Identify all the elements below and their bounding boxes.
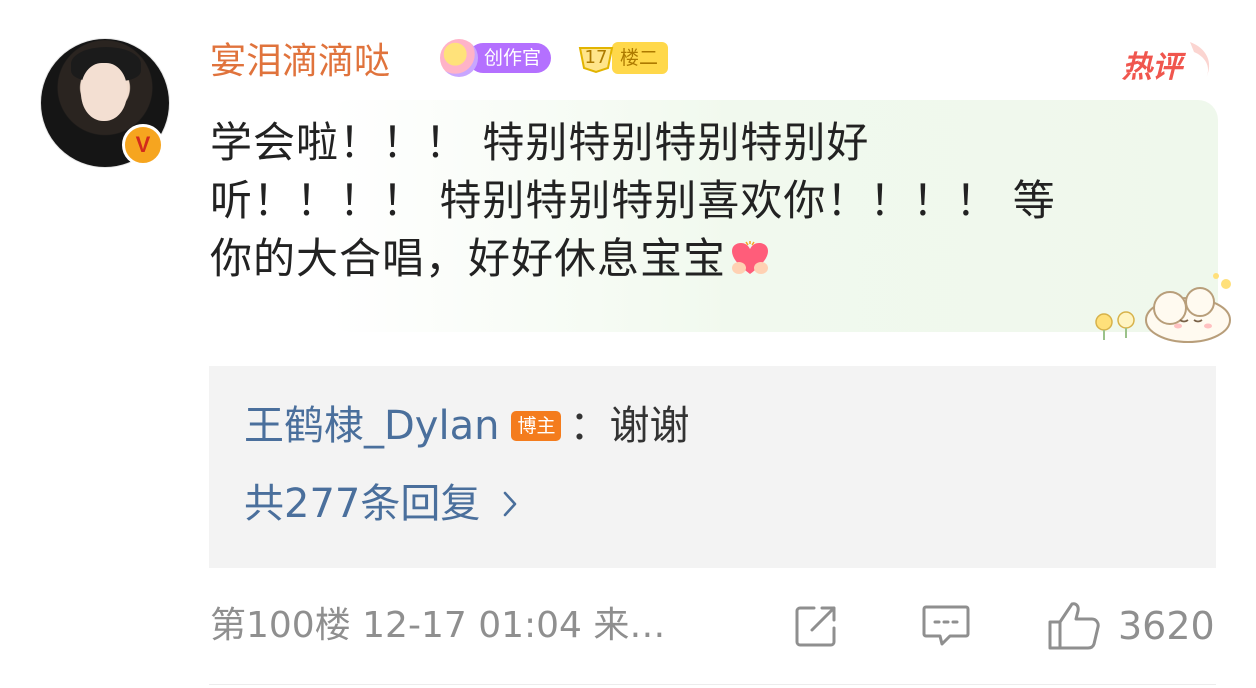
author-tag-badge: 博主 xyxy=(511,411,562,441)
creator-mascot-icon xyxy=(440,39,478,77)
heart-hands-emoji-icon xyxy=(732,241,769,274)
comment-text-line: 听！！！！ 特别特别特别喜欢你！！！！ 等 xyxy=(210,176,1056,225)
more-replies-link[interactable]: 共277条回复 xyxy=(244,478,518,530)
creator-badge[interactable]: 创作官 xyxy=(440,39,552,77)
share-icon xyxy=(795,606,836,647)
floor-level-icon: 17 xyxy=(576,42,616,74)
reply-preview-line: 王鹤棣_Dylan 博主 ： 谢谢 xyxy=(244,400,689,452)
floor-level-number: 17 xyxy=(584,47,608,68)
comment-text-line: 学会啦！！！ 特别特别特别特别好 xyxy=(210,118,870,167)
divider xyxy=(209,684,1216,685)
reply-separator: ： xyxy=(569,403,610,449)
comment-card: V 宴泪滴滴哒 创作官 17 楼二 热评 学会啦！！！ 特别特别特别特别好 听！… xyxy=(0,0,1256,688)
like-count: 3620 xyxy=(1118,604,1215,648)
floor-badge[interactable]: 17 楼二 xyxy=(576,42,669,74)
more-replies-label: 共277条回复 xyxy=(244,481,481,527)
chevron-right-icon xyxy=(504,491,517,517)
floor-label: 楼二 xyxy=(612,42,669,74)
creator-badge-label: 创作官 xyxy=(468,43,552,73)
floor-time-source: 第100楼 12-17 01:04 来… xyxy=(210,605,666,646)
like-button[interactable]: 3620 xyxy=(1046,600,1215,652)
comment-text-line: 你的大合唱，好好休息宝宝 xyxy=(210,230,1200,288)
hot-tag-label: 热评 xyxy=(1122,50,1182,85)
reply-button[interactable] xyxy=(920,600,972,652)
hot-comment-tag: 热评 xyxy=(1120,38,1216,86)
sleeping-sheep-sticker-icon xyxy=(1095,273,1231,343)
thumbs-up-icon xyxy=(1048,602,1100,650)
reply-author-link[interactable]: 王鹤棣_Dylan xyxy=(244,400,499,452)
avatar-face xyxy=(81,63,127,121)
reply-preview-box[interactable]: 王鹤棣_Dylan 博主 ： 谢谢 共277条回复 xyxy=(209,366,1216,568)
comment-text-segment: 你的大合唱，好好休息宝宝 xyxy=(210,234,727,283)
comment-text[interactable]: 学会啦！！！ 特别特别特别特别好 听！！！！ 特别特别特别喜欢你！！！！ 等 你… xyxy=(210,114,1200,288)
share-button[interactable] xyxy=(792,600,840,652)
reply-text: 谢谢 xyxy=(609,403,690,449)
username[interactable]: 宴泪滴滴哒 xyxy=(210,38,390,86)
verified-v-icon: V xyxy=(122,124,164,166)
comment-icon xyxy=(922,605,970,646)
